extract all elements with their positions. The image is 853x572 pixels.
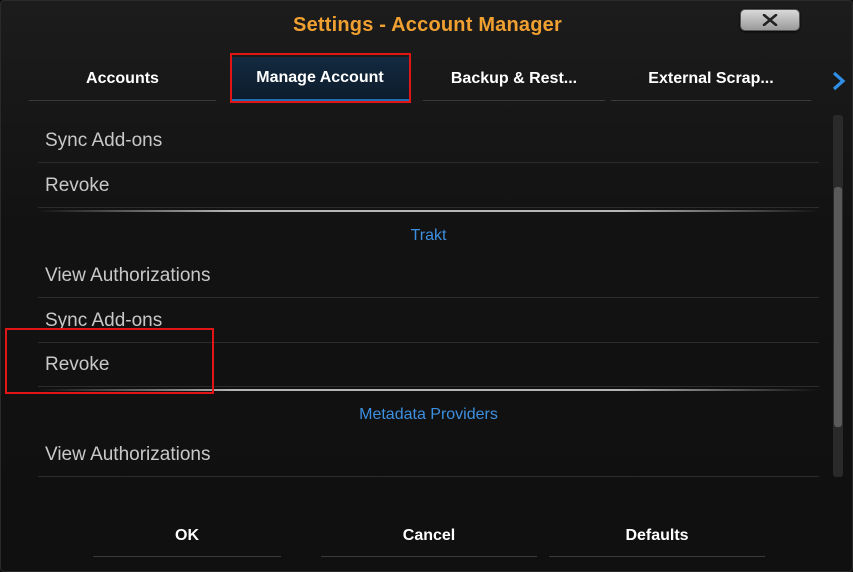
list-item-label: Revoke [45, 174, 110, 196]
close-button[interactable] [740, 9, 800, 31]
settings-list: Sync Add-ons Revoke Trakt View Authoriza… [38, 119, 819, 479]
section-header-trakt: Trakt [410, 227, 447, 244]
list-item-label: View Authorizations [45, 443, 211, 465]
highlight-box-revoke [5, 328, 214, 394]
tab-label: External Scrap... [648, 69, 774, 87]
section-header-metadata-providers: Metadata Providers [359, 406, 498, 423]
highlight-box-tab [230, 53, 411, 103]
list-item-label: Sync Add-ons [45, 129, 163, 151]
section-divider [38, 210, 819, 212]
list-item-label: View Authorizations [45, 264, 211, 286]
cancel-button[interactable]: Cancel [321, 515, 537, 557]
scrollbar-thumb[interactable] [834, 187, 842, 427]
list-item-sync-addons[interactable]: Sync Add-ons [38, 119, 819, 163]
list-item-revoke[interactable]: Revoke [38, 164, 819, 208]
list-scrollbar[interactable] [833, 115, 843, 477]
dialog-title: Settings - Account Manager [293, 14, 562, 36]
list-item-view-authorizations[interactable]: View Authorizations [38, 254, 819, 298]
tab-bar: Accounts Manage Account Backup & Rest...… [29, 57, 829, 103]
settings-dialog: Settings - Account Manager Accounts Mana… [0, 0, 853, 572]
tab-external-scrapers[interactable]: External Scrap... [611, 57, 811, 101]
chevron-right-icon[interactable] [830, 71, 848, 91]
ok-button[interactable]: OK [93, 515, 281, 557]
tab-backup-restore[interactable]: Backup & Rest... [423, 57, 605, 101]
close-x-icon [762, 14, 778, 26]
defaults-button[interactable]: Defaults [549, 515, 765, 557]
tab-label: Backup & Rest... [450, 69, 578, 87]
tab-label: Accounts [86, 69, 159, 87]
list-item-view-authorizations[interactable]: View Authorizations [38, 433, 819, 477]
tab-accounts[interactable]: Accounts [29, 57, 216, 101]
